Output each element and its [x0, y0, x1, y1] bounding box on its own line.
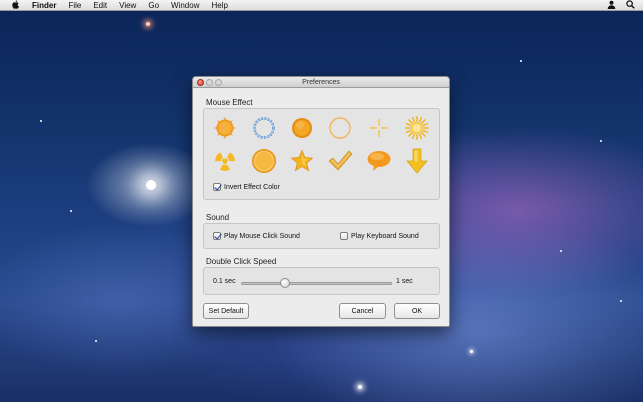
- window-titlebar[interactable]: Preferences: [193, 77, 449, 88]
- menu-help[interactable]: Help: [205, 0, 233, 11]
- menu-finder[interactable]: Finder: [26, 0, 62, 11]
- wallpaper-star: [620, 300, 622, 302]
- double-click-speed-group: 0.1 sec 1 sec: [203, 267, 440, 295]
- sound-group: Play Mouse Click Sound Play Keyboard Sou…: [203, 223, 440, 249]
- keyboard-sound-checkbox[interactable]: [340, 232, 348, 240]
- invert-effect-checkbox[interactable]: [213, 183, 221, 191]
- menu-bar: Finder File Edit View Go Window Help: [0, 0, 643, 11]
- crosshair-icon[interactable]: [366, 115, 392, 141]
- menu-window[interactable]: Window: [165, 0, 205, 11]
- window-title: Preferences: [302, 79, 340, 86]
- double-click-speed-slider[interactable]: [241, 282, 392, 285]
- orange-circle-icon[interactable]: [289, 115, 315, 141]
- cancel-button[interactable]: Cancel: [339, 303, 386, 319]
- blue-ring-icon[interactable]: [251, 115, 277, 141]
- keyboard-sound-option[interactable]: Play Keyboard Sound: [340, 232, 419, 240]
- ok-button[interactable]: OK: [394, 303, 440, 319]
- sunburst-icon[interactable]: [404, 115, 430, 141]
- invert-effect-label: Invert Effect Color: [224, 183, 280, 191]
- wallpaper-star: [600, 140, 602, 142]
- invert-effect-option[interactable]: Invert Effect Color: [213, 183, 280, 191]
- wallpaper-star: [560, 250, 562, 252]
- slider-min-label: 0.1 sec: [213, 278, 236, 285]
- mouse-effect-title: Mouse Effect: [206, 98, 253, 107]
- preferences-window: Preferences Mouse Effect Invert Effect C…: [192, 76, 450, 327]
- wallpaper-star: [146, 180, 156, 190]
- wallpaper-star: [358, 385, 362, 389]
- menu-file[interactable]: File: [62, 0, 87, 11]
- menu-edit[interactable]: Edit: [87, 0, 113, 11]
- sound-title: Sound: [206, 213, 230, 222]
- radiation-icon[interactable]: [212, 148, 238, 174]
- mouse-click-sound-checkbox[interactable]: [213, 232, 221, 240]
- mouse-effect-group: Invert Effect Color: [203, 108, 440, 200]
- apple-icon[interactable]: [6, 0, 26, 11]
- wallpaper-star: [146, 22, 150, 26]
- wallpaper-star: [40, 120, 42, 122]
- minimize-icon[interactable]: [206, 79, 213, 86]
- orange-disc-icon[interactable]: [251, 148, 277, 174]
- down-arrow-icon[interactable]: [404, 148, 430, 174]
- spotlight-icon[interactable]: [626, 0, 635, 11]
- star-icon[interactable]: [289, 148, 315, 174]
- speech-bubble-icon[interactable]: [366, 148, 392, 174]
- menu-view[interactable]: View: [113, 0, 142, 11]
- orange-starburst-icon[interactable]: [212, 115, 238, 141]
- wallpaper-star: [70, 210, 72, 212]
- wallpaper-star: [520, 60, 522, 62]
- checkmark-icon[interactable]: [327, 148, 353, 174]
- wallpaper-star: [470, 350, 473, 353]
- keyboard-sound-label: Play Keyboard Sound: [351, 232, 419, 240]
- slider-max-label: 1 sec: [396, 278, 413, 285]
- mouse-click-sound-option[interactable]: Play Mouse Click Sound: [213, 232, 300, 240]
- set-default-button[interactable]: Set Default: [203, 303, 249, 319]
- menu-go[interactable]: Go: [142, 0, 165, 11]
- close-icon[interactable]: [197, 79, 204, 86]
- mouse-click-sound-label: Play Mouse Click Sound: [224, 232, 300, 240]
- zoom-icon[interactable]: [215, 79, 222, 86]
- wallpaper-star: [95, 340, 97, 342]
- orange-outline-circle-icon[interactable]: [327, 115, 353, 141]
- slider-knob[interactable]: [279, 278, 290, 288]
- double-click-speed-title: Double Click Speed: [206, 257, 277, 266]
- user-icon[interactable]: [607, 0, 616, 11]
